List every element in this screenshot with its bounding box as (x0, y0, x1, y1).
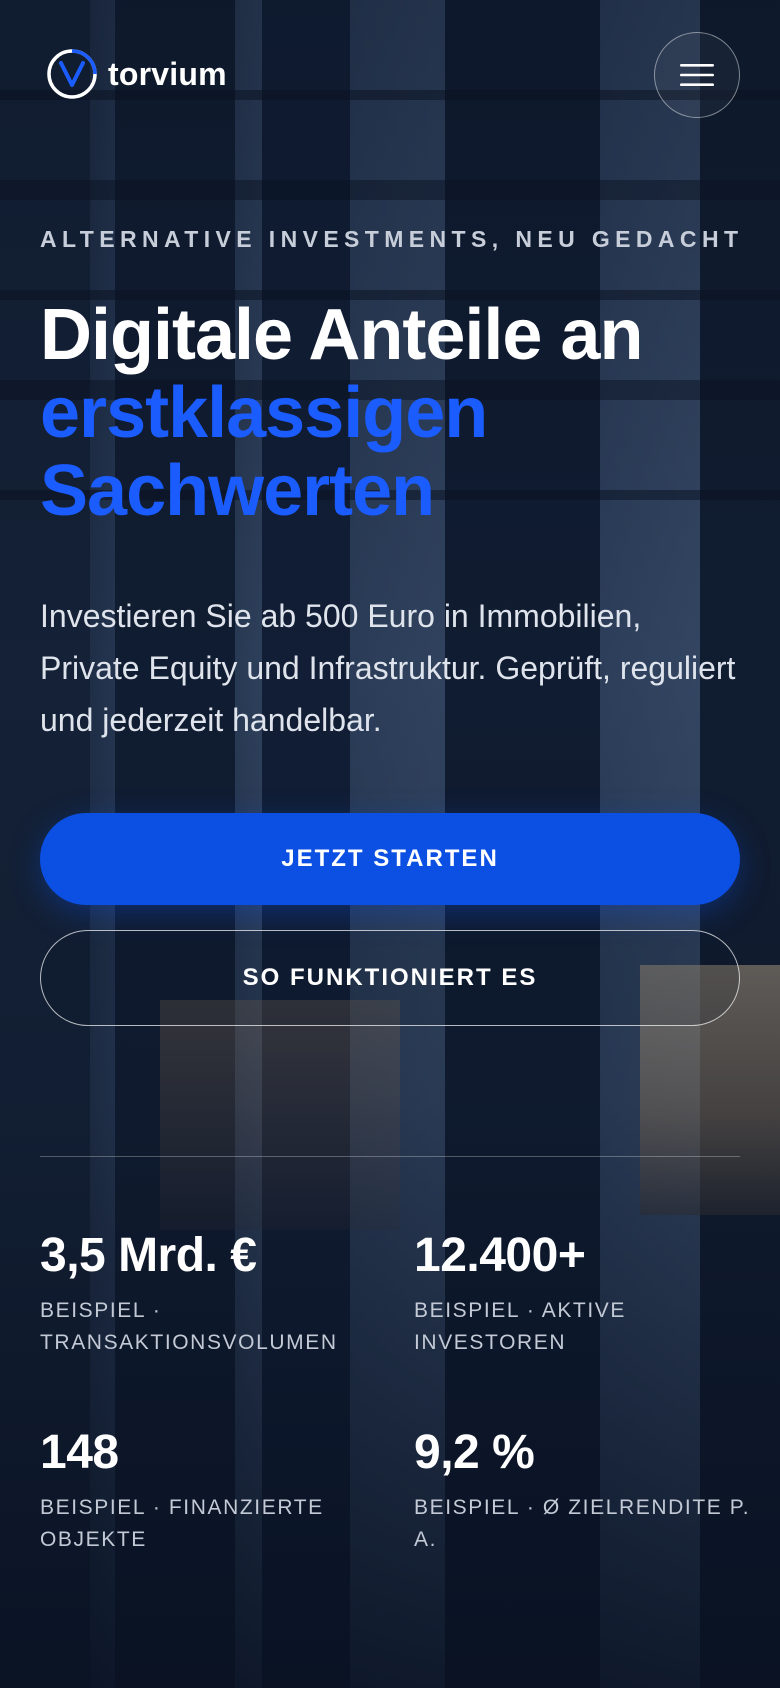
stat-value: 9,2 % (414, 1426, 535, 1479)
headline-line-1: Digitale Anteile an (40, 295, 643, 375)
hero-section: torvium ALTERNATIVE INVESTMENTS, NEU GED… (0, 0, 780, 1688)
stat-label: BEISPIEL · Ø ZIELRENDITE P. A. (414, 1496, 751, 1551)
brand-name: torvium (108, 55, 227, 92)
stat-target-return: 9,2 % BEISPIEL · Ø ZIELRENDITE P. A. (414, 1425, 754, 1556)
stat-value: 12.400+ (414, 1229, 586, 1282)
stat-active-investors: 12.400+ BEISPIEL · AKTIVE INVESTOREN (414, 1228, 754, 1359)
stat-financed-objects: 148 BEISPIEL · FINANZIERTE OBJEKTE (40, 1425, 380, 1556)
stat-value: 148 (40, 1426, 119, 1479)
stat-transaction-volume: 3,5 Mrd. € BEISPIEL · TRANSAKTIONSVOLUME… (40, 1228, 380, 1359)
how-it-works-button[interactable]: SO FUNKTIONIERT ES (40, 930, 740, 1026)
hero-headline: Digitale Anteile an erstklassigen Sachwe… (40, 296, 760, 530)
stat-label: BEISPIEL · FINANZIERTE OBJEKTE (40, 1496, 324, 1551)
hero-eyebrow: ALTERNATIVE INVESTMENTS, NEU GEDACHT (40, 226, 744, 252)
brand-logo[interactable]: torvium (46, 48, 227, 100)
hamburger-menu-icon (680, 64, 714, 86)
torvium-logo-icon (47, 49, 97, 99)
stat-value: 3,5 Mrd. € (40, 1229, 257, 1282)
start-now-button[interactable]: JETZT STARTEN (40, 813, 740, 905)
menu-button[interactable] (654, 32, 740, 118)
stat-label: BEISPIEL · AKTIVE INVESTOREN (414, 1299, 626, 1354)
hero-lead-text: Investieren Sie ab 500 Euro in Immobilie… (40, 598, 736, 738)
headline-line-2: erstklassigen (40, 373, 488, 453)
site-header: torvium (40, 32, 740, 118)
headline-line-3: Sachwerten (40, 451, 435, 531)
stat-label: BEISPIEL · TRANSAKTIONSVOLUMEN (40, 1299, 338, 1354)
stats-divider (40, 1156, 740, 1157)
